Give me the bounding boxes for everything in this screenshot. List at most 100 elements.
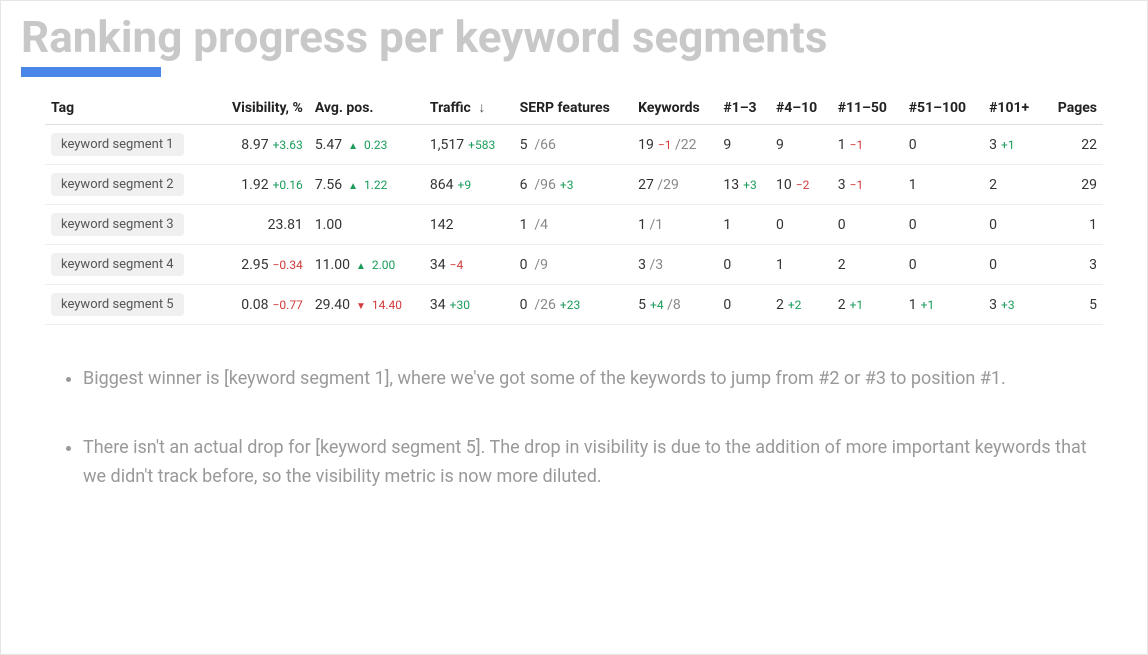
serp-delta: +3 — [560, 178, 574, 192]
col-101[interactable]: #101+ — [983, 91, 1043, 125]
cell-serp: 5 /66 — [514, 125, 633, 165]
cell-51-100: 1 — [903, 165, 983, 205]
cell-101: 2 — [983, 165, 1043, 205]
cell-pages: 3 — [1044, 245, 1104, 285]
col-visibility[interactable]: Visibility, % — [213, 91, 309, 125]
col-traffic[interactable]: Traffic ↓ — [424, 91, 514, 125]
cell-1-3: 0 — [717, 245, 770, 285]
serp-total: /26 — [534, 297, 556, 313]
table-row: keyword segment 50.08−0.7729.40▼14.4034+… — [45, 285, 1103, 325]
traffic-delta: +9 — [458, 178, 472, 192]
cell-keywords: 19−1 /22 — [632, 125, 717, 165]
cell-101: 0 — [983, 205, 1043, 245]
avg-pos-arrow-up-icon: ▲ — [348, 181, 358, 192]
tag-chip[interactable]: keyword segment 3 — [51, 213, 184, 236]
avg-pos-arrow-up-icon: ▲ — [356, 261, 366, 272]
cell-avg-pos: 7.56▲1.22 — [309, 165, 424, 205]
cell-4-10: 10−2 — [770, 165, 832, 205]
avg-pos-delta: 2.00 — [372, 258, 395, 272]
cell-traffic: 1,517+583 — [424, 125, 514, 165]
cell-1-3: 9 — [717, 125, 770, 165]
traffic-delta: +30 — [450, 298, 470, 312]
r11-50-delta: −1 — [850, 138, 864, 152]
col-serp[interactable]: SERP features — [514, 91, 633, 125]
col-keywords[interactable]: Keywords — [632, 91, 717, 125]
kw-total: /29 — [657, 177, 679, 193]
cell-1-3: 1 — [717, 205, 770, 245]
r51-100-delta: +1 — [921, 298, 935, 312]
cell-11-50: 1−1 — [832, 125, 903, 165]
r11-50-delta: −1 — [850, 178, 864, 192]
cell-avg-pos: 1.00 — [309, 205, 424, 245]
cell-51-100: 0 — [903, 245, 983, 285]
r4-10-delta: −2 — [796, 178, 810, 192]
table-row: keyword segment 21.92+0.167.56▲1.22864+9… — [45, 165, 1103, 205]
kw-total: /1 — [649, 217, 663, 233]
avg-pos-delta: 1.22 — [364, 178, 387, 192]
cell-4-10: 1 — [770, 245, 832, 285]
cell-4-10: 2+2 — [770, 285, 832, 325]
visibility-delta: −0.34 — [273, 258, 303, 272]
r11-50-delta: +1 — [850, 298, 864, 312]
col-tag[interactable]: Tag — [45, 91, 213, 125]
r4-10-delta: +2 — [788, 298, 802, 312]
visibility-delta: +0.16 — [273, 178, 303, 192]
cell-51-100: 0 — [903, 125, 983, 165]
kw-total: /8 — [667, 297, 681, 313]
cell-4-10: 9 — [770, 125, 832, 165]
cell-serp: 1 /4 — [514, 205, 633, 245]
cell-pages: 1 — [1044, 205, 1104, 245]
kw-delta: +4 — [650, 298, 664, 312]
cell-11-50: 2 — [832, 245, 903, 285]
visibility-delta: −0.77 — [273, 298, 303, 312]
tag-chip[interactable]: keyword segment 5 — [51, 293, 184, 316]
cell-51-100: 1+1 — [903, 285, 983, 325]
avg-pos-delta: 14.40 — [372, 298, 402, 312]
cell-pages: 5 — [1044, 285, 1104, 325]
ranking-table: Tag Visibility, % Avg. pos. Traffic ↓ SE… — [45, 91, 1103, 325]
kw-delta: −1 — [658, 138, 672, 152]
cell-traffic: 34−4 — [424, 245, 514, 285]
col-51-100[interactable]: #51–100 — [903, 91, 983, 125]
notes-section: Biggest winner is [keyword segment 1], w… — [61, 365, 1087, 491]
cell-traffic: 142 — [424, 205, 514, 245]
col-1-3[interactable]: #1–3 — [717, 91, 770, 125]
serp-total: /4 — [534, 217, 548, 233]
tag-chip[interactable]: keyword segment 1 — [51, 133, 184, 156]
table-body: keyword segment 18.97+3.635.47▲0.231,517… — [45, 125, 1103, 325]
tag-chip[interactable]: keyword segment 2 — [51, 173, 184, 196]
cell-keywords: 3 /3 — [632, 245, 717, 285]
cell-1-3: 13+3 — [717, 165, 770, 205]
tag-chip[interactable]: keyword segment 4 — [51, 253, 184, 276]
sort-descending-icon: ↓ — [478, 100, 485, 116]
table-row: keyword segment 323.811.001421 /41 /1100… — [45, 205, 1103, 245]
cell-101: 0 — [983, 245, 1043, 285]
cell-keywords: 1 /1 — [632, 205, 717, 245]
col-4-10[interactable]: #4–10 — [770, 91, 832, 125]
cell-avg-pos: 11.00▲2.00 — [309, 245, 424, 285]
cell-visibility: 8.97+3.63 — [213, 125, 309, 165]
cell-visibility: 2.95−0.34 — [213, 245, 309, 285]
avg-pos-arrow-up-icon: ▲ — [348, 141, 358, 152]
cell-1-3: 0 — [717, 285, 770, 325]
cell-visibility: 0.08−0.77 — [213, 285, 309, 325]
cell-51-100: 0 — [903, 205, 983, 245]
col-11-50[interactable]: #11–50 — [832, 91, 903, 125]
col-avg-pos[interactable]: Avg. pos. — [309, 91, 424, 125]
notes-list: Biggest winner is [keyword segment 1], w… — [61, 365, 1087, 491]
cell-visibility: 1.92+0.16 — [213, 165, 309, 205]
slide: Ranking progress per keyword segments Ta… — [0, 0, 1148, 655]
col-pages[interactable]: Pages — [1044, 91, 1104, 125]
cell-serp: 0 /26+23 — [514, 285, 633, 325]
ranking-table-wrap: Tag Visibility, % Avg. pos. Traffic ↓ SE… — [21, 91, 1127, 325]
serp-delta: +23 — [560, 298, 580, 312]
note-item: There isn't an actual drop for [keyword … — [83, 434, 1087, 492]
cell-traffic: 34+30 — [424, 285, 514, 325]
cell-pages: 29 — [1044, 165, 1104, 205]
page-title: Ranking progress per keyword segments — [21, 13, 1127, 61]
table-header-row: Tag Visibility, % Avg. pos. Traffic ↓ SE… — [45, 91, 1103, 125]
cell-keywords: 5+4 /8 — [632, 285, 717, 325]
kw-total: /3 — [649, 257, 663, 273]
cell-101: 3+1 — [983, 125, 1043, 165]
cell-11-50: 2+1 — [832, 285, 903, 325]
